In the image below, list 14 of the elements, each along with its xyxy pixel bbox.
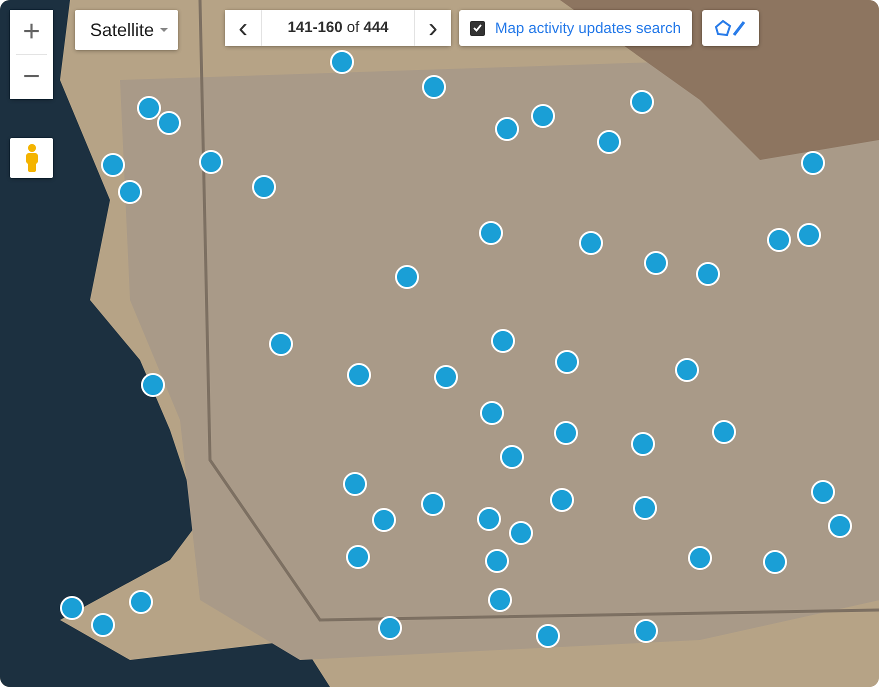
polygon-pencil-icon xyxy=(713,18,748,38)
map-view[interactable]: + − Satellite ‹ 141-160 of 444 › Map activity updates search xyxy=(0,0,879,687)
map-search-toggle[interactable]: Map activity updates search xyxy=(459,10,692,46)
person-icon xyxy=(24,144,38,172)
street-view-button[interactable] xyxy=(10,138,53,178)
draw-area-button[interactable] xyxy=(702,10,759,46)
map-type-dropdown[interactable]: Satellite xyxy=(75,10,178,50)
check-icon xyxy=(473,24,482,32)
zoom-out-button[interactable]: − xyxy=(10,55,53,99)
checkbox[interactable] xyxy=(470,20,486,36)
caret-icon xyxy=(160,28,168,32)
zoom-in-button[interactable]: + xyxy=(10,10,53,54)
next-page-button[interactable]: › xyxy=(415,10,452,46)
previous-page-button[interactable]: ‹ xyxy=(225,10,262,46)
